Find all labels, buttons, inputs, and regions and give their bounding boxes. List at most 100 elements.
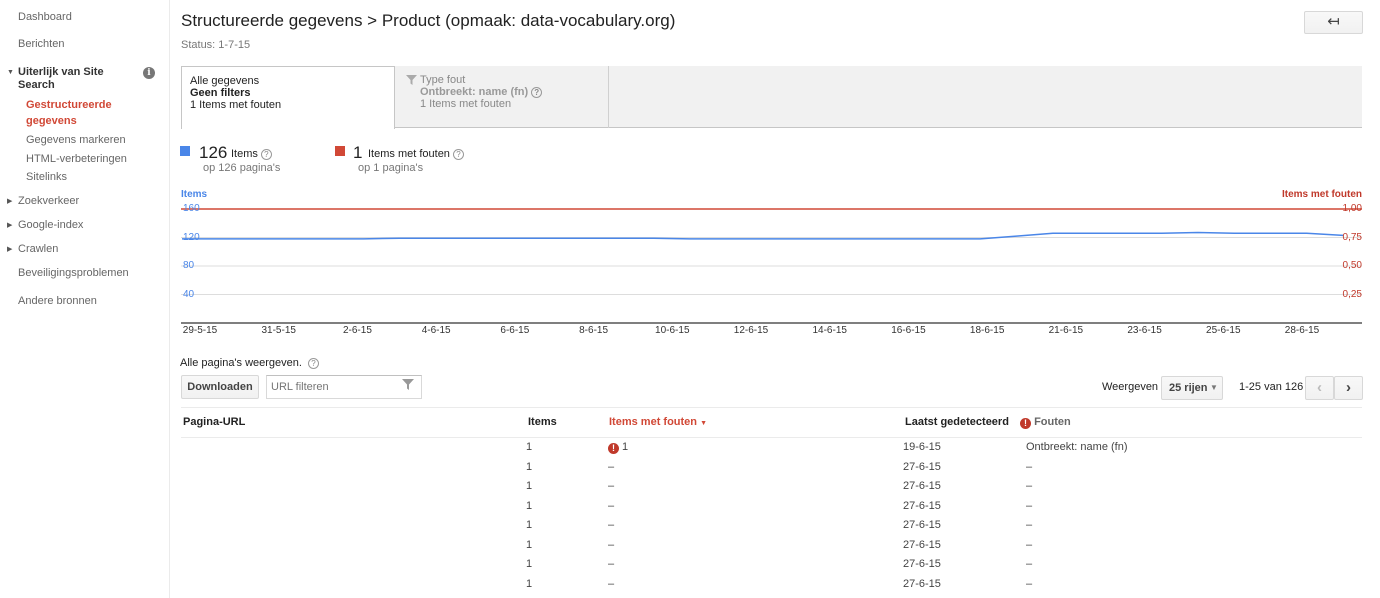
x-tick-label: 28-6-15 xyxy=(1284,325,1320,336)
tab-error-type-filter: Ontbreekt: name (fn) xyxy=(420,86,529,98)
y-tick-right: 1,00 xyxy=(1342,203,1362,214)
sidebar-item-zoekverkeer[interactable]: Zoekverkeer xyxy=(18,195,79,207)
cell-faults: – xyxy=(1026,499,1033,512)
legend-swatch-items xyxy=(180,146,190,156)
cell-last: 27-6-15 xyxy=(903,558,941,570)
x-tick-label: 25-6-15 xyxy=(1206,325,1241,336)
cell-faults: Ontbreekt: name (fn) xyxy=(1026,441,1128,453)
sidebar-item-gegevens-markeren[interactable]: Gegevens markeren xyxy=(26,134,126,146)
expanded-arrow-icon: ▼ xyxy=(7,69,14,76)
page-title: Structureerde gegevens > Product (opmaak… xyxy=(181,11,676,30)
x-tick-label: 16-6-15 xyxy=(891,325,926,336)
sidebar-item-berichten[interactable]: Berichten xyxy=(18,38,64,50)
cell-faults: – xyxy=(1026,558,1033,570)
show-label: Weergeven xyxy=(1102,381,1159,393)
x-tick-label: 10-6-15 xyxy=(655,325,690,336)
y-tick-left: 160 xyxy=(183,203,200,214)
prev-page-button[interactable]: ‹ xyxy=(1305,376,1334,400)
errors-sub: op 1 pagina's xyxy=(358,162,424,174)
legend-swatch-errors xyxy=(335,146,345,156)
cell-errors: – xyxy=(608,577,615,590)
cell-errors: – xyxy=(608,499,615,512)
sidebar-item-google-index[interactable]: Google-index xyxy=(18,219,83,231)
line-chart[interactable] xyxy=(181,200,1362,324)
cell-last: 27-6-15 xyxy=(903,460,941,473)
cell-items: 1 xyxy=(526,558,533,570)
cell-errors: ! 1 xyxy=(608,441,628,454)
x-tick-label: 4-6-15 xyxy=(421,325,451,336)
next-page-button[interactable]: › xyxy=(1334,376,1363,400)
tab-all-data-count: 1 Items met fouten xyxy=(190,99,282,111)
column-header-items[interactable]: Items xyxy=(528,416,557,428)
items-count: 126 xyxy=(199,143,228,162)
filter-icon[interactable] xyxy=(402,379,414,390)
cell-items: 1 xyxy=(526,577,533,590)
download-button[interactable]: Downloaden xyxy=(181,375,259,399)
sidebar-item-dashboard[interactable]: Dashboard xyxy=(18,11,72,23)
collapsed-arrow-icon: ▶ xyxy=(7,222,13,229)
tab-error-type-count: 1 Items met fouten xyxy=(420,98,512,110)
all-pages-label: Alle pagina's weergeven. ? xyxy=(180,357,320,369)
sidebar-item-beveiligingsproblemen[interactable]: Beveiligingsproblemen xyxy=(18,267,129,279)
items-label: Items? xyxy=(231,148,272,160)
chevron-down-icon: ▼ xyxy=(1210,383,1218,392)
help-icon[interactable]: ? xyxy=(452,148,464,160)
sidebar-item-sitelinks[interactable]: Sitelinks xyxy=(26,171,67,183)
x-tick-label: 8-6-15 xyxy=(579,325,609,336)
errors-count: 1 xyxy=(353,143,363,162)
cell-errors: – xyxy=(608,538,615,551)
column-header-faults[interactable]: ! Fouten xyxy=(1020,416,1071,429)
sidebar-item-html-verbeteringen[interactable]: HTML-verbeteringen xyxy=(26,153,127,165)
pagination-range: 1-25 van 126 xyxy=(1239,381,1304,393)
cell-faults: – xyxy=(1026,480,1033,492)
back-button[interactable]: ↤ xyxy=(1304,11,1363,34)
chart-left-axis-title: Items xyxy=(181,189,208,200)
tab-all-data[interactable]: Alle gegevens Geen filters 1 Items met f… xyxy=(181,66,395,129)
sidebar-item-andere-bronnen[interactable]: Andere bronnen xyxy=(18,295,97,307)
column-header-url[interactable]: Pagina-URL xyxy=(183,416,245,428)
cell-items: 1 xyxy=(526,519,533,531)
table-top-divider xyxy=(181,407,1362,408)
tab-error-type[interactable]: Type fout Ontbreekt: name (fn)? 1 Items … xyxy=(396,66,609,128)
sidebar-item-uiterlijk[interactable]: Uiterlijk van Site Search xyxy=(18,66,128,92)
cell-items: 1 xyxy=(526,480,533,492)
cell-items: 1 xyxy=(526,538,533,551)
help-icon[interactable]: ? xyxy=(260,148,272,160)
cell-errors: – xyxy=(608,558,615,570)
tab-all-data-filter: Geen filters xyxy=(190,87,251,99)
sort-down-icon: ▼ xyxy=(700,420,708,427)
cell-errors: – xyxy=(608,480,615,492)
y-tick-left: 120 xyxy=(183,231,200,243)
x-tick-label: 14-6-15 xyxy=(812,325,847,336)
items-sub: op 126 pagina's xyxy=(203,162,281,174)
cell-last: 27-6-15 xyxy=(903,538,941,551)
cell-errors: – xyxy=(608,519,615,531)
cell-errors: – xyxy=(608,460,615,473)
y-tick-right: 0,75 xyxy=(1342,231,1362,243)
url-filter-input[interactable] xyxy=(266,375,422,399)
x-tick-label: 6-6-15 xyxy=(500,325,530,336)
rows-per-page-select[interactable]: 25 rijen ▼ xyxy=(1161,376,1223,400)
y-tick-left: 40 xyxy=(183,288,195,300)
errors-label: Items met fouten? xyxy=(368,148,464,160)
column-header-last-detected[interactable]: Laatst gedetecteerd xyxy=(905,416,1009,428)
sidebar-item-crawlen[interactable]: Crawlen xyxy=(18,243,58,255)
y-tick-left: 80 xyxy=(183,260,195,271)
help-icon[interactable]: ? xyxy=(531,86,543,98)
sidebar-item-gestructureerde-gegevens[interactable]: Gestructureerde gegevens xyxy=(26,97,126,129)
table-header-divider xyxy=(181,437,1362,438)
y-tick-right: 0,25 xyxy=(1342,288,1362,300)
column-header-errors[interactable]: Items met fouten ▼ xyxy=(609,416,707,428)
collapsed-arrow-icon: ▶ xyxy=(7,198,13,205)
cell-items: 1 xyxy=(526,441,533,453)
help-icon[interactable]: ? xyxy=(308,357,320,369)
x-tick-label: 23-6-15 xyxy=(1127,325,1162,336)
cell-faults: – xyxy=(1026,519,1033,531)
info-icon[interactable]: i xyxy=(143,67,155,79)
x-tick-label: 29-5-15 xyxy=(182,325,218,336)
cell-items: 1 xyxy=(526,499,533,512)
x-tick-label: 12-6-15 xyxy=(733,325,769,336)
tab-error-type-title: Type fout xyxy=(420,74,466,86)
cell-last: 19-6-15 xyxy=(903,441,941,453)
tab-all-data-title: Alle gegevens xyxy=(190,75,260,87)
